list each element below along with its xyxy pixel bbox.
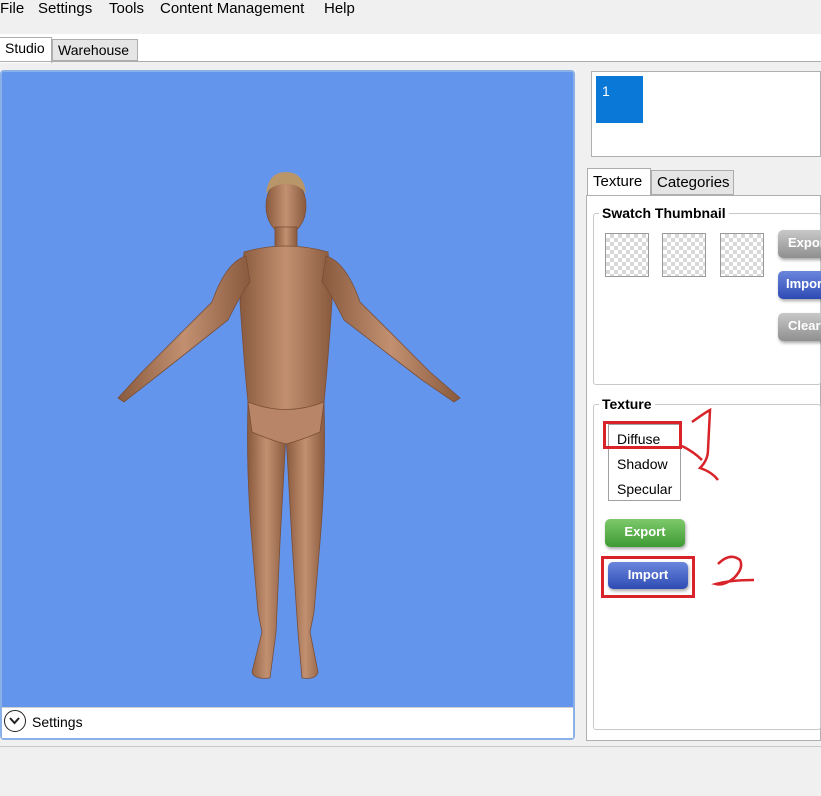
highlight-import bbox=[601, 556, 695, 598]
main-tab-strip: Studio Warehouse bbox=[0, 34, 821, 63]
list-item-shadow[interactable]: Shadow bbox=[617, 456, 668, 472]
swatch-item-1[interactable]: 1 bbox=[596, 76, 643, 123]
menu-tools[interactable]: Tools bbox=[109, 0, 144, 18]
texture-export-button[interactable]: Export bbox=[605, 519, 685, 547]
thumbnail-slot-1[interactable] bbox=[605, 233, 649, 277]
thumbnail-import-button[interactable]: Impor bbox=[778, 271, 821, 299]
tab-warehouse[interactable]: Warehouse bbox=[52, 39, 138, 61]
tab-texture[interactable]: Texture bbox=[587, 168, 651, 196]
menu-file[interactable]: File bbox=[0, 0, 24, 18]
chevron-down-icon[interactable] bbox=[4, 710, 26, 732]
menu-settings[interactable]: Settings bbox=[38, 0, 92, 18]
swatch-thumbnail-title: Swatch Thumbnail bbox=[599, 205, 729, 221]
thumbnail-clear-button[interactable]: Clear bbox=[778, 313, 821, 341]
list-item-specular[interactable]: Specular bbox=[617, 481, 672, 497]
menu-help[interactable]: Help bbox=[324, 0, 355, 18]
texture-group-title: Texture bbox=[599, 396, 655, 412]
menu-content-management[interactable]: Content Management bbox=[160, 0, 304, 18]
thumbnail-slot-3[interactable] bbox=[720, 233, 764, 277]
tab-categories[interactable]: Categories bbox=[651, 170, 734, 195]
tab-studio[interactable]: Studio bbox=[0, 37, 52, 63]
annotation-mark-2 bbox=[711, 555, 755, 586]
annotation-mark-1 bbox=[681, 407, 719, 481]
swatch-list: 1 bbox=[591, 71, 821, 157]
viewport-settings-bar[interactable]: Settings bbox=[2, 707, 573, 738]
thumbnail-slot-2[interactable] bbox=[662, 233, 706, 277]
status-bar bbox=[0, 746, 821, 796]
highlight-diffuse bbox=[603, 421, 682, 449]
character-model bbox=[117, 172, 461, 679]
menu-bar: File Settings Tools Content Management H… bbox=[0, 0, 821, 34]
thumbnail-export-button[interactable]: Expor bbox=[778, 230, 821, 258]
settings-label: Settings bbox=[32, 714, 83, 730]
3d-viewport[interactable] bbox=[0, 70, 575, 740]
